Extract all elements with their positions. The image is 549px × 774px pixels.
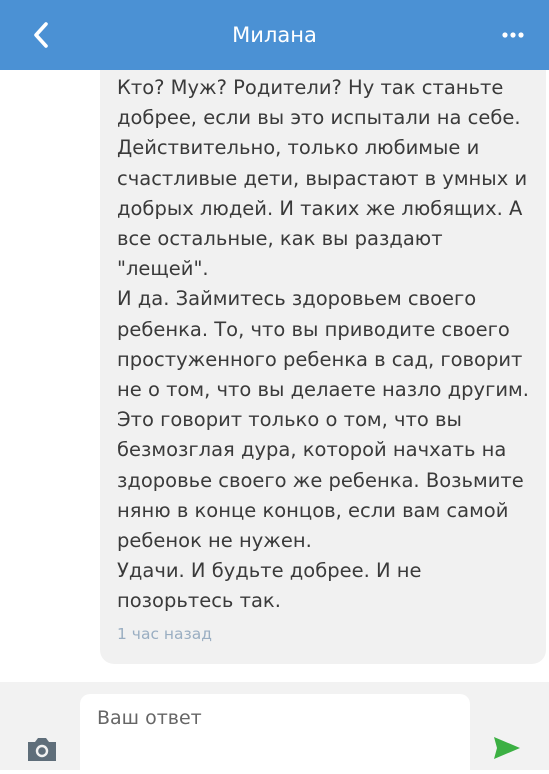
- attach-photo-button[interactable]: [24, 732, 60, 764]
- message-text: Кто? Муж? Родители? Ну так станьте добре…: [117, 76, 529, 613]
- more-horizontal-icon: [502, 32, 524, 38]
- send-icon: [494, 737, 520, 759]
- message-timestamp: 1 час назад: [117, 625, 212, 643]
- camera-icon: [28, 738, 56, 761]
- page-title: Милана: [232, 23, 317, 47]
- more-options-button[interactable]: [491, 15, 535, 55]
- send-button[interactable]: [490, 732, 524, 764]
- reply-composer: [0, 682, 549, 774]
- message-list[interactable]: Кто? Муж? Родители? Ну так станьте добре…: [0, 70, 549, 682]
- reply-input[interactable]: [80, 694, 470, 774]
- chat-header: Милана: [0, 0, 549, 70]
